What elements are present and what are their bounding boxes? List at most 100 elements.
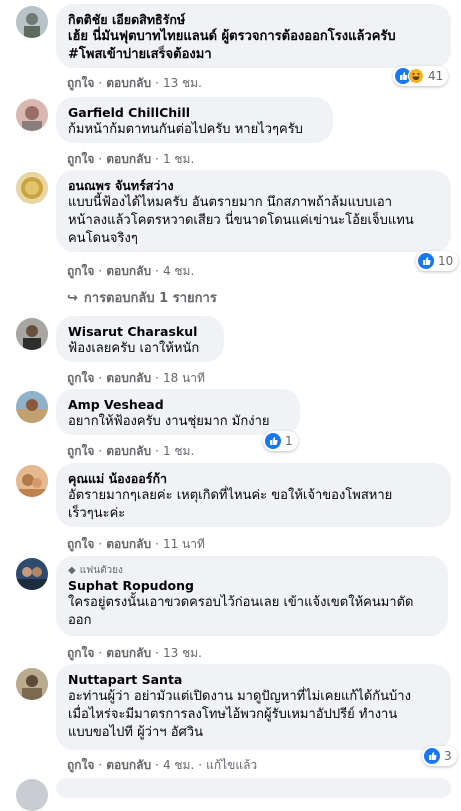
like-button[interactable]: ถูกใจ bbox=[67, 646, 94, 660]
commenter-name[interactable]: Garfield ChillChill bbox=[68, 105, 321, 121]
avatar[interactable] bbox=[16, 6, 48, 38]
timestamp[interactable]: 18 นาที bbox=[163, 371, 205, 385]
separator: · bbox=[98, 264, 103, 278]
like-button[interactable]: ถูกใจ bbox=[67, 371, 94, 385]
like-button[interactable]: ถูกใจ bbox=[67, 537, 94, 551]
comment-actions: ถูกใจ · ตอบกลับ · 4 ชม. bbox=[67, 262, 194, 281]
avatar[interactable] bbox=[16, 465, 48, 497]
comment-text: หน้าลงแล้วโคตรหวาดเสียว นี่ขนาดโดนแค่เข่… bbox=[68, 213, 414, 228]
separator: · bbox=[198, 758, 203, 772]
comment-bubble bbox=[56, 778, 451, 798]
like-icon bbox=[265, 433, 281, 449]
comment-text: เมื่อไหร่จะมีมาตรการลงโทษไอ้พวกผู้รับเหม… bbox=[68, 707, 398, 722]
commenter-name[interactable]: Suphat Ropudong bbox=[68, 578, 436, 594]
comment-text: ก้มหน้าก้มตาทนกันต่อไปครับ หายไวๆครับ bbox=[68, 122, 303, 137]
timestamp[interactable]: 1 ชม. bbox=[163, 444, 194, 458]
edited-label[interactable]: แก้ไขแล้ว bbox=[206, 758, 257, 772]
comment-bubble: คุณแม่ น้องออร์ก้า อัตรายมากๆเลยค่ะ เหตุ… bbox=[56, 463, 451, 527]
commenter-name[interactable]: กิตติชัย เอียดสิทธิรักษ์ bbox=[68, 12, 439, 28]
avatar[interactable] bbox=[16, 391, 48, 423]
comment-text: อะท่านผู้ว่า อย่ามัวแต่เปิดงาน มาดูปัญหา… bbox=[68, 689, 411, 704]
commenter-name[interactable]: อนณพร จันทร์สว่าง bbox=[68, 178, 439, 194]
separator: · bbox=[155, 537, 159, 551]
separator: · bbox=[98, 76, 103, 90]
separator: · bbox=[98, 646, 103, 660]
timestamp[interactable]: 4 ชม. bbox=[163, 264, 194, 278]
comment-actions: ถูกใจ · ตอบกลับ · 13 ชม. bbox=[67, 644, 202, 663]
separator: · bbox=[155, 646, 159, 660]
comment-text: ออก bbox=[68, 613, 92, 628]
commenter-name[interactable]: คุณแม่ น้องออร์ก้า bbox=[68, 471, 439, 487]
reaction-summary[interactable]: 1 bbox=[263, 431, 298, 451]
comment-text: ฟ้องเลยครับ เอาให้หนัก bbox=[68, 341, 200, 356]
top-fan-badge[interactable]: ◆ แฟนตัวยง bbox=[68, 564, 436, 578]
reply-button[interactable]: ตอบกลับ bbox=[106, 264, 151, 278]
reaction-summary[interactable]: 41 bbox=[393, 66, 449, 86]
comment-bubble: Garfield ChillChill ก้มหน้าก้มตาทนกันต่อ… bbox=[56, 97, 333, 143]
separator: · bbox=[98, 152, 103, 166]
avatar[interactable] bbox=[16, 668, 48, 700]
timestamp[interactable]: 13 ชม. bbox=[163, 646, 202, 660]
reaction-count: 1 bbox=[285, 434, 293, 448]
comment-text: #โพสเข้าบ่ายเสร็จต้องมา bbox=[68, 47, 212, 62]
view-replies-link[interactable]: ↪ การตอบกลับ 1 รายการ bbox=[67, 287, 217, 308]
separator: · bbox=[155, 444, 159, 458]
separator: · bbox=[155, 76, 159, 90]
avatar[interactable] bbox=[16, 99, 48, 131]
comment-bubble: Wisarut Charaskul ฟ้องเลยครับ เอาให้หนัก bbox=[56, 316, 224, 362]
timestamp[interactable]: 13 ชม. bbox=[163, 76, 202, 90]
separator: · bbox=[155, 371, 159, 385]
badge-label: แฟนตัวยง bbox=[79, 565, 123, 576]
like-button[interactable]: ถูกใจ bbox=[67, 758, 94, 772]
comment-actions: ถูกใจ · ตอบกลับ · 1 ชม. bbox=[67, 442, 194, 461]
comment-bubble: Amp Veshead อยากให้ฟ้องครับ งานชุ่ยมาก ม… bbox=[56, 389, 300, 435]
separator: · bbox=[98, 371, 103, 385]
comment-bubble: กิตติชัย เอียดสิทธิรักษ์ เฮ้ย นี่มันฟุตบ… bbox=[56, 4, 451, 68]
comment-text: เร็วๆนะค่ะ bbox=[68, 506, 126, 521]
comment-actions: ถูกใจ · ตอบกลับ · 1 ชม. bbox=[67, 150, 194, 169]
like-button[interactable]: ถูกใจ bbox=[67, 152, 94, 166]
comment-bubble: อนณพร จันทร์สว่าง แบบนี้ฟ้องได้ไหมครับ อ… bbox=[56, 170, 451, 252]
comment-text: คนโดนจริงๆ bbox=[68, 231, 138, 246]
avatar[interactable] bbox=[16, 779, 48, 811]
reply-button[interactable]: ตอบกลับ bbox=[106, 76, 151, 90]
reply-button[interactable]: ตอบกลับ bbox=[106, 444, 151, 458]
commenter-name[interactable]: Nuttapart Santa bbox=[68, 672, 439, 688]
commenter-name[interactable]: Amp Veshead bbox=[68, 397, 288, 413]
reaction-summary[interactable]: 10 bbox=[416, 251, 459, 271]
comment-text: แบบนี้ฟ้องได้ไหมครับ อันตรายมาก นึกสภาพถ… bbox=[68, 195, 393, 210]
reaction-count: 3 bbox=[444, 749, 452, 763]
reply-button[interactable]: ตอบกลับ bbox=[106, 646, 151, 660]
comment-text: แบบขอไปที ผู้ว่าฯ อัศวิน bbox=[68, 725, 203, 740]
timestamp[interactable]: 1 ชม. bbox=[163, 152, 194, 166]
avatar[interactable] bbox=[16, 172, 48, 204]
reply-arrow-icon: ↪ bbox=[67, 291, 78, 306]
comment-text: เฮ้ย นี่มันฟุตบาทไทยแลนด์ ผู้ตรวจการต้อง… bbox=[68, 29, 396, 44]
reply-button[interactable]: ตอบกลับ bbox=[106, 152, 151, 166]
avatar[interactable] bbox=[16, 558, 48, 590]
diamond-icon: ◆ bbox=[68, 565, 76, 576]
reaction-count: 41 bbox=[428, 69, 444, 83]
like-button[interactable]: ถูกใจ bbox=[67, 264, 94, 278]
commenter-name[interactable]: Wisarut Charaskul bbox=[68, 324, 212, 340]
comment-actions: ถูกใจ · ตอบกลับ · 13 ชม. bbox=[67, 74, 202, 93]
avatar[interactable] bbox=[16, 318, 48, 350]
reply-button[interactable]: ตอบกลับ bbox=[106, 371, 151, 385]
separator: · bbox=[155, 152, 159, 166]
separator: · bbox=[98, 758, 103, 772]
comment-text: อัตรายมากๆเลยค่ะ เหตุเกิดที่ไหนค่ะ ขอให้… bbox=[68, 488, 393, 503]
reply-button[interactable]: ตอบกลับ bbox=[106, 758, 151, 772]
like-button[interactable]: ถูกใจ bbox=[67, 444, 94, 458]
like-icon bbox=[424, 748, 440, 764]
separator: · bbox=[98, 444, 103, 458]
timestamp[interactable]: 4 ชม. bbox=[163, 758, 194, 772]
comment-actions: ถูกใจ · ตอบกลับ · 11 นาที bbox=[67, 535, 205, 554]
replies-count-label: การตอบกลับ 1 รายการ bbox=[83, 291, 217, 306]
reaction-summary[interactable]: 3 bbox=[422, 746, 457, 766]
comment-actions: ถูกใจ · ตอบกลับ · 18 นาที bbox=[67, 369, 205, 388]
haha-icon bbox=[408, 68, 424, 84]
reply-button[interactable]: ตอบกลับ bbox=[106, 537, 151, 551]
timestamp[interactable]: 11 นาที bbox=[163, 537, 205, 551]
separator: · bbox=[155, 264, 159, 278]
like-button[interactable]: ถูกใจ bbox=[67, 76, 94, 90]
